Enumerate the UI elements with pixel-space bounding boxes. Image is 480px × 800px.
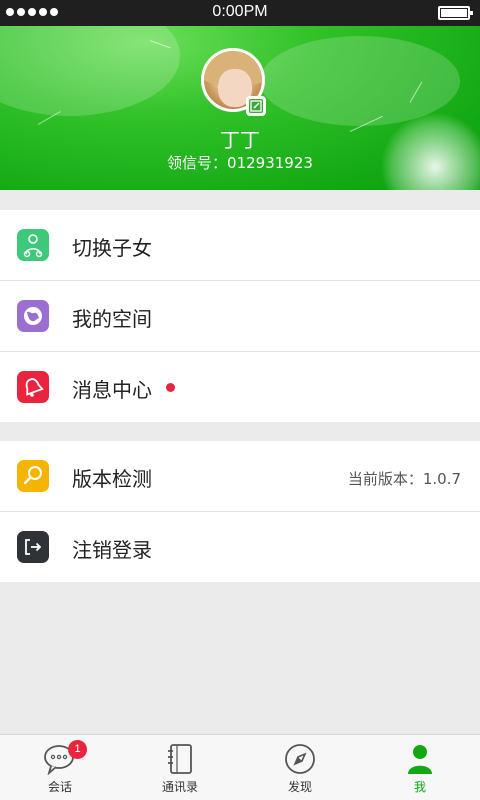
tab-conversations[interactable]: 1 会话 (0, 735, 120, 800)
tab-label: 通讯录 (161, 780, 198, 794)
tab-me[interactable]: 我 (360, 735, 480, 800)
menu-item-label: 消息中心 (72, 378, 152, 402)
menu-item-label: 我的空间 (72, 307, 152, 331)
compass-icon (283, 743, 317, 775)
status-bar: 0:00PM (0, 0, 480, 26)
globe-icon (17, 300, 49, 332)
tab-label: 会话 (47, 780, 72, 794)
tab-contacts[interactable]: 通讯录 (120, 735, 240, 800)
status-time: 0:00PM (212, 3, 268, 20)
tab-discover[interactable]: 发现 (240, 735, 360, 800)
menu-item-switch-child[interactable]: 切换子女 (0, 210, 480, 281)
edit-profile-icon[interactable] (246, 96, 266, 116)
logout-icon (17, 531, 49, 563)
profile-name: 丁丁 (220, 128, 260, 152)
menu-item-label: 注销登录 (72, 538, 152, 562)
person-icon (403, 743, 437, 775)
profile-header: 丁丁 领信号：012931923 (0, 26, 480, 190)
battery-icon (438, 6, 473, 20)
cloud-decoration (0, 26, 180, 116)
bell-icon (17, 371, 49, 403)
unread-dot (166, 383, 175, 392)
menu-item-message-center[interactable]: 消息中心 (0, 352, 480, 422)
tab-label: 我 (413, 780, 426, 794)
menu-item-my-space[interactable]: 我的空间 (0, 281, 480, 352)
switch-child-icon (17, 229, 49, 261)
bottom-tab-bar: 1 会话 通讯录 发现 我 (0, 734, 480, 800)
current-version: 当前版本：1.0.7 (347, 470, 461, 488)
menu-group-primary: 切换子女 我的空间 消息中心 (0, 210, 480, 422)
contacts-book-icon (163, 743, 197, 775)
menu-item-logout[interactable]: 注销登录 (0, 512, 480, 582)
magnifier-icon (17, 460, 49, 492)
menu-item-version-check[interactable]: 版本检测 当前版本：1.0.7 (0, 441, 480, 512)
unread-count-badge: 1 (68, 740, 87, 759)
menu-item-label: 切换子女 (72, 236, 152, 260)
account-id: 领信号：012931923 (167, 154, 313, 172)
menu-item-label: 版本检测 (72, 467, 152, 491)
tab-label: 发现 (287, 780, 312, 794)
menu-group-secondary: 版本检测 当前版本：1.0.7 注销登录 (0, 441, 480, 582)
